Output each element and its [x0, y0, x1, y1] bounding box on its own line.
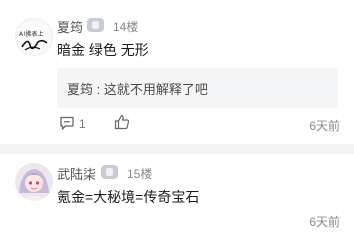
floor-number: 15楼: [127, 167, 153, 181]
comment-text: 氪金=大秘境=传奇宝石: [57, 189, 200, 205]
avatar[interactable]: [15, 163, 53, 201]
comment-item: 武陆柒 15楼 氪金=大秘境=传奇宝石 6天前: [0, 0, 354, 241]
level-badge-icon: [101, 165, 118, 179]
timestamp: 6天前: [309, 215, 340, 229]
username[interactable]: 武陆柒: [57, 164, 96, 183]
